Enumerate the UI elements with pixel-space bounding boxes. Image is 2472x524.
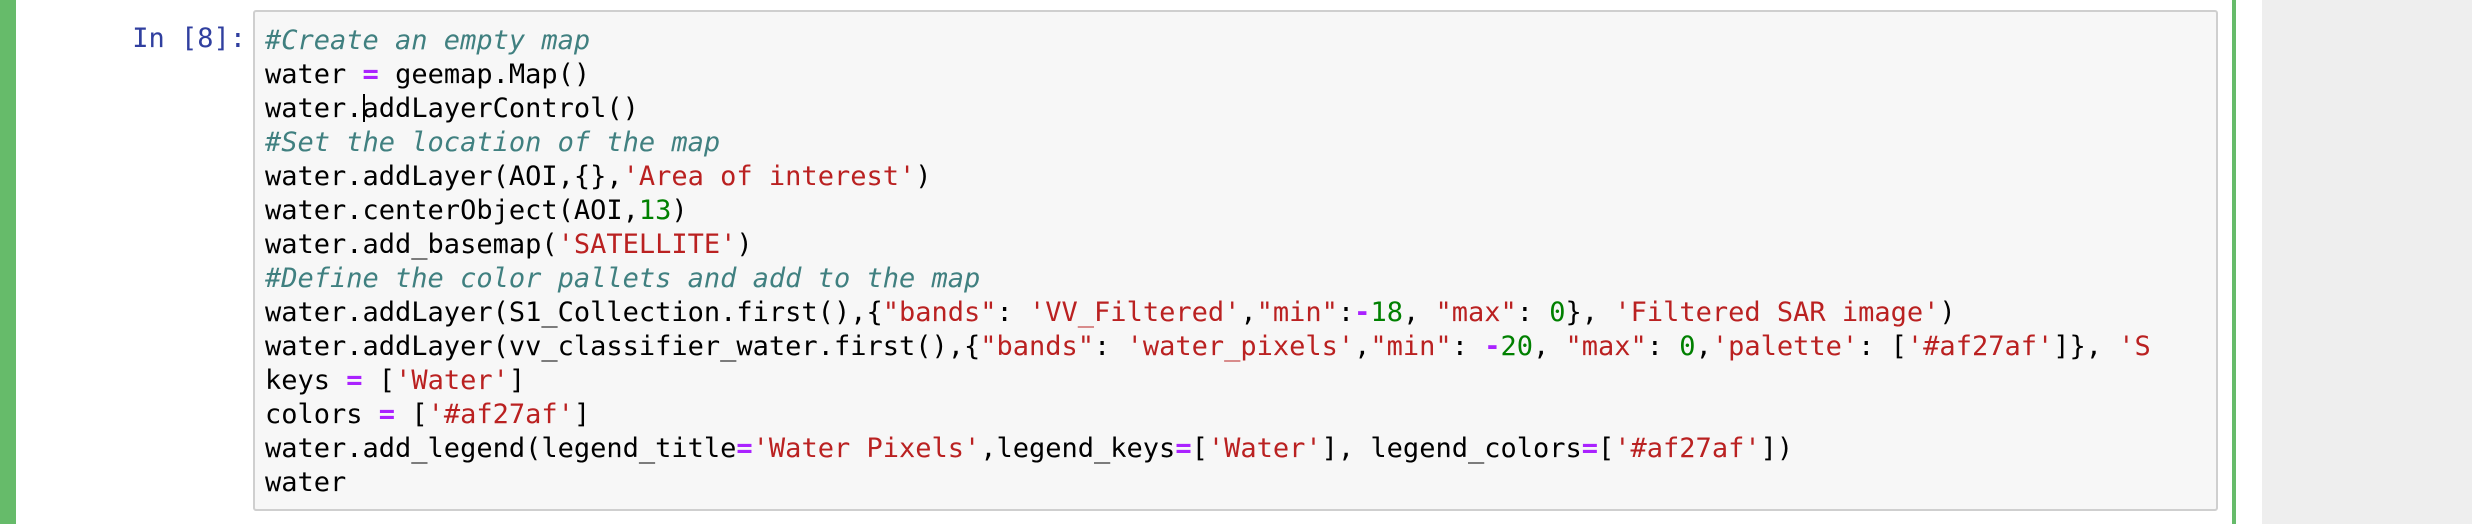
- code-token: ): [736, 229, 753, 260]
- code-line[interactable]: water.add_basemap('SATELLITE'): [265, 228, 2151, 262]
- code-token: geemap.Map(): [378, 59, 591, 90]
- code-token: '#af27af': [427, 399, 574, 430]
- code-token: -: [1354, 297, 1371, 328]
- code-line[interactable]: water.addLayerControl(): [265, 92, 2151, 126]
- code-line[interactable]: water.addLayer(AOI,{},'Area of interest'…: [265, 160, 2151, 194]
- code-token: water.addLayer(AOI,{},: [265, 161, 623, 192]
- code-token: ]: [573, 399, 591, 430]
- code-line[interactable]: water.centerObject(AOI,13): [265, 194, 2151, 228]
- code-token: water.add_legend(legend_title: [265, 433, 737, 464]
- code-token: ,: [1402, 297, 1436, 328]
- code-token: },: [1565, 297, 1615, 328]
- code-token: =: [736, 433, 753, 464]
- code-line[interactable]: water.add_legend(legend_title='Water Pix…: [265, 432, 2151, 466]
- code-line[interactable]: colors = ['#af27af']: [265, 398, 2151, 432]
- code-token: ,: [1240, 297, 1257, 328]
- code-token: ], legend_colors: [1321, 433, 1582, 464]
- code-token: water.: [265, 93, 363, 124]
- code-token: 'water_pixels': [1126, 331, 1355, 362]
- code-token: 'Water': [395, 365, 509, 396]
- code-editor[interactable]: #Create an empty map water = geemap.Map()…: [253, 10, 2218, 511]
- code-token: [: [1598, 433, 1615, 464]
- code-content[interactable]: #Create an empty map water = geemap.Map()…: [265, 24, 2151, 500]
- code-token: water: [265, 467, 347, 498]
- code-line[interactable]: water.addLayer(S1_Collection.first(),{"b…: [265, 296, 2151, 330]
- code-line[interactable]: water = geemap.Map(): [265, 58, 2151, 92]
- code-token: water.add_basemap(: [265, 229, 558, 260]
- code-token: #Define the color pallets and add to the…: [265, 263, 981, 294]
- code-token: [: [362, 365, 396, 396]
- code-token: 'palette': [1711, 331, 1859, 362]
- code-token: #Set the location of the map: [265, 127, 721, 158]
- code-token: #Create an empty map: [265, 25, 591, 56]
- code-line[interactable]: water.addLayer(vv_classifier_water.first…: [265, 330, 2151, 364]
- code-token: [: [395, 399, 428, 430]
- code-token: '#af27af': [1614, 433, 1761, 464]
- selected-cell-border: [2232, 0, 2236, 524]
- selected-cell-indicator: [0, 0, 16, 524]
- code-line[interactable]: keys = ['Water']: [265, 364, 2151, 398]
- code-token: =: [1581, 433, 1599, 464]
- notebook-page: In [8]: #Create an empty map water = geem…: [0, 0, 2262, 524]
- code-token: "min": [1370, 331, 1452, 362]
- input-prompt: In [8]:: [132, 23, 246, 54]
- code-token: "bands": [980, 331, 1095, 362]
- code-token: water: [265, 59, 363, 90]
- code-token: "min": [1256, 297, 1338, 328]
- code-token: :: [1337, 297, 1355, 328]
- code-token: ,legend_keys: [980, 433, 1176, 464]
- code-token: addLayerControl(): [362, 93, 639, 124]
- code-token: '#af27af': [1906, 331, 2054, 362]
- code-token: ,: [1354, 331, 1371, 362]
- code-token: =: [362, 59, 379, 90]
- code-token: : [: [1858, 331, 1907, 362]
- code-token: 0: [1549, 297, 1566, 328]
- code-token: 13: [638, 195, 672, 226]
- code-token: "max": [1565, 331, 1647, 362]
- code-token: :: [1451, 331, 1485, 362]
- code-token: ]: [508, 365, 526, 396]
- code-token: :: [1516, 297, 1550, 328]
- code-token: 'Water': [1207, 433, 1322, 464]
- code-token: =: [378, 399, 396, 430]
- code-token: ): [915, 161, 932, 192]
- code-token: 'Area of interest': [622, 161, 916, 192]
- code-token: ,: [1695, 331, 1712, 362]
- code-line[interactable]: #Create an empty map: [265, 24, 2151, 58]
- code-line[interactable]: #Define the color pallets and add to the…: [265, 262, 2151, 296]
- code-token: 0: [1679, 331, 1696, 362]
- code-token: "bands": [882, 297, 997, 328]
- code-token: colors: [265, 399, 379, 430]
- code-token: :: [1094, 331, 1127, 362]
- code-token: :: [1646, 331, 1680, 362]
- code-token: water.addLayer(S1_Collection.first(),{: [265, 297, 883, 328]
- code-token: 'VV_Filtered': [1029, 297, 1241, 328]
- code-token: -: [1484, 331, 1501, 362]
- code-token: =: [346, 365, 363, 396]
- page-right-gutter: [2262, 0, 2472, 524]
- code-token: [: [1191, 433, 1208, 464]
- code-line[interactable]: #Set the location of the map: [265, 126, 2151, 160]
- code-token: 'S: [2118, 331, 2151, 362]
- code-token: 'Filtered SAR image': [1614, 297, 1940, 328]
- code-token: =: [1175, 433, 1192, 464]
- code-token: ,: [1532, 331, 1566, 362]
- code-token: 'SATELLITE': [557, 229, 737, 260]
- code-line[interactable]: water: [265, 466, 2151, 500]
- code-token: ): [1939, 297, 1956, 328]
- code-token: ]},: [2053, 331, 2119, 362]
- code-token: "max": [1435, 297, 1517, 328]
- code-token: :: [996, 297, 1030, 328]
- code-token: 'Water Pixels': [752, 433, 981, 464]
- code-token: ): [671, 195, 688, 226]
- code-token: water.addLayer(vv_classifier_water.first…: [265, 331, 981, 362]
- code-token: 18: [1370, 297, 1403, 328]
- code-token: keys: [265, 365, 347, 396]
- code-token: 20: [1500, 331, 1533, 362]
- code-token: ]): [1760, 433, 1794, 464]
- code-token: water.centerObject(AOI,: [265, 195, 639, 226]
